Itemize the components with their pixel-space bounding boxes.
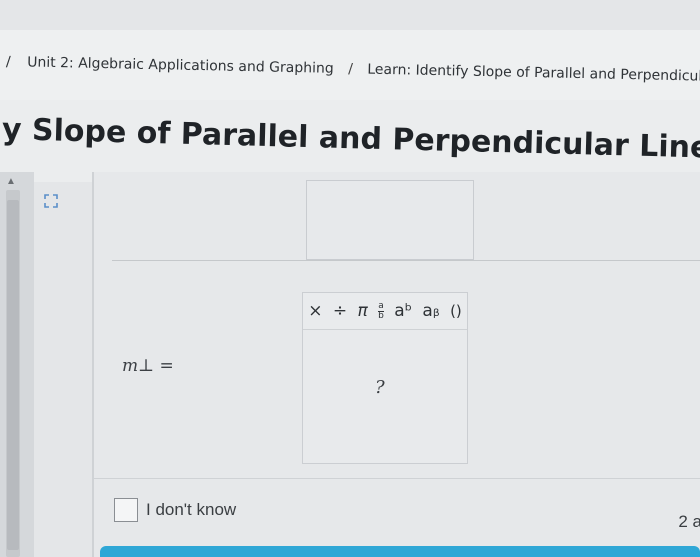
parentheses-button[interactable]: (): [450, 302, 462, 320]
fraction-numerator: a: [378, 300, 384, 312]
page-indicator: 2 a: [678, 512, 700, 531]
math-toolbar: × ÷ π a b aᵇ aᵦ (): [303, 293, 467, 330]
fraction-button[interactable]: a b: [378, 300, 384, 321]
breadcrumb: / Unit 2: Algebraic Applications and Gra…: [0, 30, 700, 100]
breadcrumb-separator: /: [347, 61, 354, 78]
times-button[interactable]: ×: [308, 301, 322, 321]
expand-icon[interactable]: [44, 194, 58, 208]
breadcrumb-separator: /: [5, 54, 11, 71]
divider: [94, 478, 700, 479]
breadcrumb-unit-link[interactable]: Unit 2: Algebraic Applications and Graph…: [27, 54, 334, 76]
answer-input[interactable]: × ÷ π a b aᵇ aᵦ () ?: [302, 292, 468, 464]
question-panel: m⊥ = × ÷ π a b aᵇ aᵦ () ? I don't know 2…: [92, 172, 700, 557]
scroll-up-icon[interactable]: ▲: [6, 176, 16, 187]
subscript-button[interactable]: aᵦ: [422, 301, 439, 321]
question-label: m⊥ =: [122, 356, 174, 376]
graph-box: [306, 180, 474, 260]
answer-placeholder: ?: [375, 377, 385, 398]
divider: [112, 260, 700, 261]
scrollbar-thumb[interactable]: [7, 200, 19, 550]
submit-bar[interactable]: [100, 546, 700, 557]
fraction-denominator: b: [378, 310, 384, 321]
page-title: y Slope of Parallel and Perpendicular Li…: [1, 112, 700, 167]
superscript-button[interactable]: aᵇ: [394, 301, 412, 321]
title-area: y Slope of Parallel and Perpendicular Li…: [0, 100, 700, 182]
pi-button[interactable]: π: [358, 301, 368, 321]
dont-know-checkbox[interactable]: [114, 498, 138, 522]
divide-button[interactable]: ÷: [333, 301, 347, 321]
dont-know-label[interactable]: I don't know: [146, 500, 236, 520]
breadcrumb-lesson: Learn: Identify Slope of Parallel and Pe…: [367, 61, 700, 86]
